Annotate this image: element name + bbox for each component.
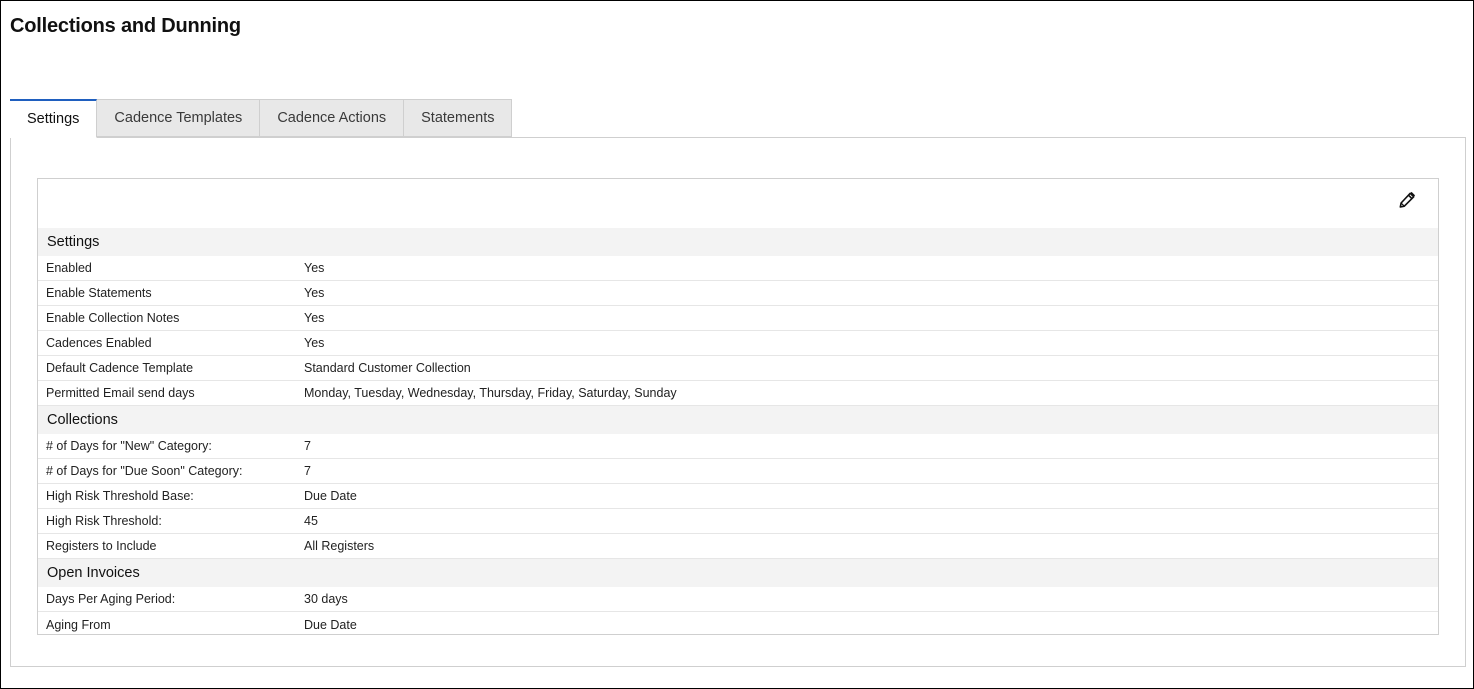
setting-row: High Risk Threshold: 45 <box>38 509 1438 534</box>
section-header-open-invoices: Open Invoices <box>38 559 1438 587</box>
setting-value: Yes <box>304 286 325 300</box>
setting-label: High Risk Threshold Base: <box>46 489 194 503</box>
setting-label: # of Days for "New" Category: <box>46 439 212 453</box>
tab-panel-settings: Settings Enabled Yes Enable Statements Y… <box>10 137 1466 667</box>
setting-value: Yes <box>304 311 325 325</box>
setting-value: Yes <box>304 336 325 350</box>
setting-label: Default Cadence Template <box>46 361 194 375</box>
setting-value: 30 days <box>304 592 348 606</box>
tab-cadence-actions[interactable]: Cadence Actions <box>260 99 405 137</box>
setting-row: # of Days for "Due Soon" Category: 7 <box>38 459 1438 484</box>
setting-label: Enable Statements <box>46 286 152 300</box>
setting-row: Aging From Due Date <box>38 612 1438 637</box>
settings-list: Settings Enabled Yes Enable Statements Y… <box>38 228 1438 637</box>
setting-label: Days Per Aging Period: <box>46 592 176 606</box>
tab-cadence-templates[interactable]: Cadence Templates <box>97 99 261 137</box>
setting-row: Default Cadence Template Standard Custom… <box>38 356 1438 381</box>
pencil-icon <box>1399 191 1416 208</box>
section-header-settings: Settings <box>38 228 1438 256</box>
setting-value: Monday, Tuesday, Wednesday, Thursday, Fr… <box>304 386 677 400</box>
setting-value: 7 <box>304 439 311 453</box>
setting-label: High Risk Threshold: <box>46 514 162 528</box>
edit-button[interactable] <box>1396 189 1418 211</box>
setting-value: 7 <box>304 464 311 478</box>
setting-row: Permitted Email send days Monday, Tuesda… <box>38 381 1438 406</box>
setting-value: Due Date <box>304 617 357 632</box>
setting-value: Standard Customer Collection <box>304 361 471 375</box>
setting-row: Cadences Enabled Yes <box>38 331 1438 356</box>
setting-label: Cadences Enabled <box>46 336 152 350</box>
setting-label: Permitted Email send days <box>46 386 195 400</box>
setting-row: Registers to Include All Registers <box>38 534 1438 559</box>
setting-label: # of Days for "Due Soon" Category: <box>46 464 243 478</box>
settings-card: Settings Enabled Yes Enable Statements Y… <box>37 178 1439 635</box>
section-header-collections: Collections <box>38 406 1438 434</box>
window-frame: Collections and Dunning Settings Cadence… <box>0 0 1474 689</box>
tab-bar: Settings Cadence Templates Cadence Actio… <box>10 99 513 138</box>
setting-row: High Risk Threshold Base: Due Date <box>38 484 1438 509</box>
setting-label: Enabled <box>46 261 92 275</box>
setting-value: Due Date <box>304 489 357 503</box>
page-title: Collections and Dunning <box>10 15 241 37</box>
setting-row: Enabled Yes <box>38 256 1438 281</box>
setting-value: All Registers <box>304 539 375 553</box>
tab-statements[interactable]: Statements <box>404 99 513 137</box>
setting-label: Aging From <box>46 617 111 632</box>
setting-label: Enable Collection Notes <box>46 311 180 325</box>
setting-label: Registers to Include <box>46 539 157 553</box>
setting-row: Enable Collection Notes Yes <box>38 306 1438 331</box>
setting-row: Enable Statements Yes <box>38 281 1438 306</box>
setting-value: Yes <box>304 261 325 275</box>
setting-row: Days Per Aging Period: 30 days <box>38 587 1438 612</box>
tab-settings[interactable]: Settings <box>10 99 98 138</box>
setting-row: # of Days for "New" Category: 7 <box>38 434 1438 459</box>
setting-value: 45 <box>304 514 318 528</box>
